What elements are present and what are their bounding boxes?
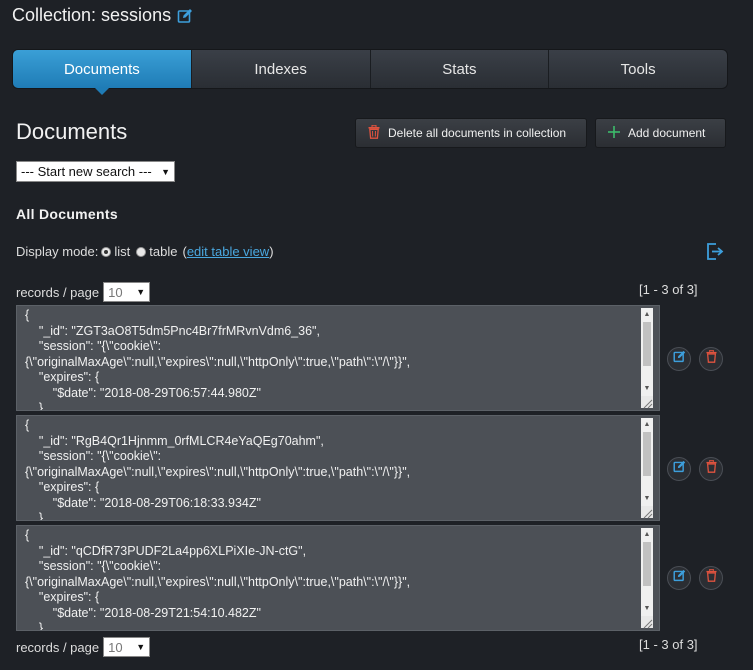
tab-indexes[interactable]: Indexes: [190, 50, 370, 88]
delete-document-button[interactable]: [699, 566, 723, 590]
paren-close: ): [269, 244, 274, 259]
tab-stats[interactable]: Stats: [369, 50, 549, 88]
plus-icon: [608, 125, 620, 141]
delete-document-button[interactable]: [699, 347, 723, 371]
tab-tools[interactable]: Tools: [548, 50, 727, 88]
scroll-up-icon[interactable]: ▲: [641, 308, 653, 320]
document-item[interactable]: { "_id": "qCDfR73PUDF2La4pp6XLPiXIe-JN-c…: [16, 525, 660, 631]
records-per-page-value: 10: [108, 284, 123, 300]
document-scrollbar[interactable]: ▲ ▼: [641, 418, 653, 516]
document-json[interactable]: { "_id": "qCDfR73PUDF2La4pp6XLPiXIe-JN-c…: [17, 526, 659, 630]
records-per-page-select[interactable]: 10 ▼: [103, 282, 151, 302]
records-per-page-select[interactable]: 10 ▼: [103, 637, 151, 657]
all-documents-heading: All Documents: [16, 206, 118, 222]
display-mode-label: Display mode:: [16, 244, 99, 259]
documents-heading: Documents: [16, 119, 128, 144]
radio-list[interactable]: [101, 246, 112, 257]
scroll-thumb[interactable]: [643, 542, 651, 586]
records-per-page-value: 10: [108, 639, 123, 655]
add-document-button[interactable]: Add document: [595, 118, 726, 148]
display-mode-row: Display mode: list table (edit table vie…: [16, 244, 274, 259]
delete-all-label: Delete all documents in collection: [388, 126, 567, 140]
radio-list-label: list: [114, 244, 131, 259]
trash-icon: [705, 459, 717, 478]
document-json[interactable]: { "_id": "ZGT3aO8T5dm5Pnc4Br7frMRvnVdm6_…: [17, 306, 659, 410]
scroll-down-icon[interactable]: ▼: [641, 382, 653, 394]
search-select-value: --- Start new search ---: [21, 164, 152, 179]
edit-document-button[interactable]: [667, 566, 691, 590]
record-range-bottom: [1 - 3 of 3]: [639, 637, 698, 652]
document-scrollbar[interactable]: ▲ ▼: [641, 528, 653, 626]
scroll-down-icon[interactable]: ▼: [641, 492, 653, 504]
dropdown-arrow-icon: ▼: [161, 166, 170, 177]
document-item[interactable]: { "_id": "RgB4Qr1Hjnmm_0rfMLCR4eYaQEg70a…: [16, 415, 660, 521]
add-document-label: Add document: [628, 126, 706, 140]
delete-all-documents-button[interactable]: Delete all documents in collection: [355, 118, 587, 148]
records-per-page-label: records / page: [16, 284, 100, 300]
scroll-up-icon[interactable]: ▲: [641, 528, 653, 540]
tab-documents[interactable]: Documents: [13, 50, 191, 95]
trash-icon: [368, 124, 380, 142]
pencil-square-icon: [672, 569, 686, 587]
search-select[interactable]: --- Start new search --- ▼: [16, 161, 175, 182]
collection-title-text: Collection: sessions: [12, 5, 172, 25]
resize-handle-icon[interactable]: [641, 396, 653, 409]
delete-document-button[interactable]: [699, 457, 723, 481]
pencil-square-icon: [672, 350, 686, 368]
dropdown-arrow-icon: ▼: [136, 287, 146, 297]
tab-bar: Documents Indexes Stats Tools: [12, 49, 728, 95]
document-item[interactable]: { "_id": "ZGT3aO8T5dm5Pnc4Br7frMRvnVdm6_…: [16, 305, 660, 411]
scroll-up-icon[interactable]: ▲: [641, 418, 653, 430]
records-per-page-top: records / page 10 ▼: [16, 282, 151, 302]
trash-icon: [705, 568, 717, 587]
radio-table-label: table: [149, 244, 178, 259]
document-scrollbar[interactable]: ▲ ▼: [641, 308, 653, 406]
radio-table[interactable]: [136, 246, 147, 257]
records-per-page-bottom: records / page 10 ▼: [16, 637, 151, 657]
scroll-thumb[interactable]: [643, 432, 651, 476]
scroll-down-icon[interactable]: ▼: [641, 602, 653, 614]
document-json[interactable]: { "_id": "RgB4Qr1Hjnmm_0rfMLCR4eYaQEg70a…: [17, 416, 659, 520]
pencil-square-icon[interactable]: [177, 8, 193, 24]
trash-icon: [705, 349, 717, 368]
page-title: Collection: sessions: [12, 5, 193, 26]
dropdown-arrow-icon: ▼: [136, 642, 146, 652]
records-per-page-label: records / page: [16, 639, 100, 655]
pencil-square-icon: [672, 460, 686, 478]
resize-handle-icon[interactable]: [641, 506, 653, 519]
edit-document-button[interactable]: [667, 347, 691, 371]
record-range-top: [1 - 3 of 3]: [639, 282, 698, 297]
resize-handle-icon[interactable]: [641, 616, 653, 629]
export-icon[interactable]: [706, 243, 724, 265]
scroll-thumb[interactable]: [643, 322, 651, 366]
edit-document-button[interactable]: [667, 457, 691, 481]
edit-table-view-link[interactable]: edit table view: [187, 244, 269, 259]
